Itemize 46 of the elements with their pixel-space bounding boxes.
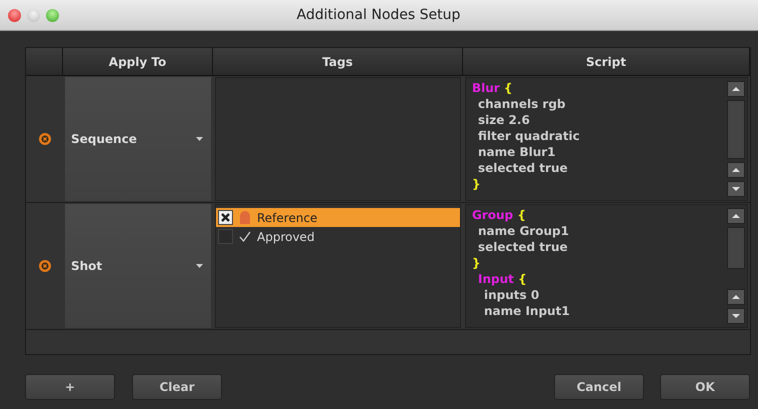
checkbox[interactable] <box>218 210 233 225</box>
apply-to-dropdown[interactable]: Shot <box>65 204 211 328</box>
script-editor[interactable]: Blur { channels rgb size 2.6 filter quadratic name Blur1 selected true } <box>465 77 748 201</box>
code-line: filter quadratic <box>477 128 581 144</box>
remove-row-icon[interactable] <box>38 133 50 145</box>
window-title: Additional Nodes Setup <box>296 7 462 23</box>
scroll-down-icon <box>731 186 741 192</box>
code-line: selected true <box>477 160 569 176</box>
tag-item[interactable]: Reference <box>216 208 460 227</box>
apply-to-dropdown[interactable]: Sequence <box>65 77 211 201</box>
scroll-up-icon <box>731 167 741 173</box>
tag-shape-icon <box>238 211 252 224</box>
tag-item[interactable]: Approved <box>216 227 460 246</box>
checkmark-icon <box>238 230 252 243</box>
remove-row-icon[interactable] <box>38 260 50 272</box>
code-line: selected true <box>477 239 569 255</box>
scrollbar[interactable] <box>725 205 747 327</box>
code-line: name Input1 <box>483 303 571 319</box>
scroll-up-icon <box>731 86 741 92</box>
checkbox[interactable] <box>218 229 233 244</box>
scroll-down-icon <box>731 313 741 319</box>
script-editor[interactable]: Group { name Group1 selected true } Input { inputs 0 name Input1 <box>465 204 748 328</box>
column-header: Script <box>463 48 750 75</box>
scroll-up-icon <box>731 213 741 219</box>
dialog-button[interactable]: Clear <box>132 374 222 400</box>
close-button[interactable] <box>8 8 21 22</box>
code-line: inputs 0 <box>483 287 540 303</box>
dialog-button[interactable]: + <box>25 374 115 400</box>
dialog-button[interactable]: Cancel <box>554 374 644 400</box>
code-line: } <box>472 176 482 192</box>
code-line: Input { <box>477 271 528 287</box>
code-line: name Group1 <box>477 223 570 239</box>
scroll-up-icon <box>731 294 741 300</box>
dropdown-arrow-icon <box>196 264 203 268</box>
dialog-button[interactable]: OK <box>660 374 750 400</box>
code-line: channels rgb <box>477 96 567 112</box>
scrollbar[interactable] <box>725 78 747 200</box>
cross-icon <box>221 213 230 222</box>
code-line: Blur { <box>472 80 514 96</box>
code-line: name Blur1 <box>477 144 557 160</box>
dropdown-arrow-icon <box>196 137 203 141</box>
code-line: Group { <box>472 207 527 223</box>
column-header: Tags <box>213 48 463 75</box>
code-line: size 2.6 <box>477 112 531 128</box>
column-header: Apply To <box>63 48 213 75</box>
code-line: } <box>472 255 482 271</box>
